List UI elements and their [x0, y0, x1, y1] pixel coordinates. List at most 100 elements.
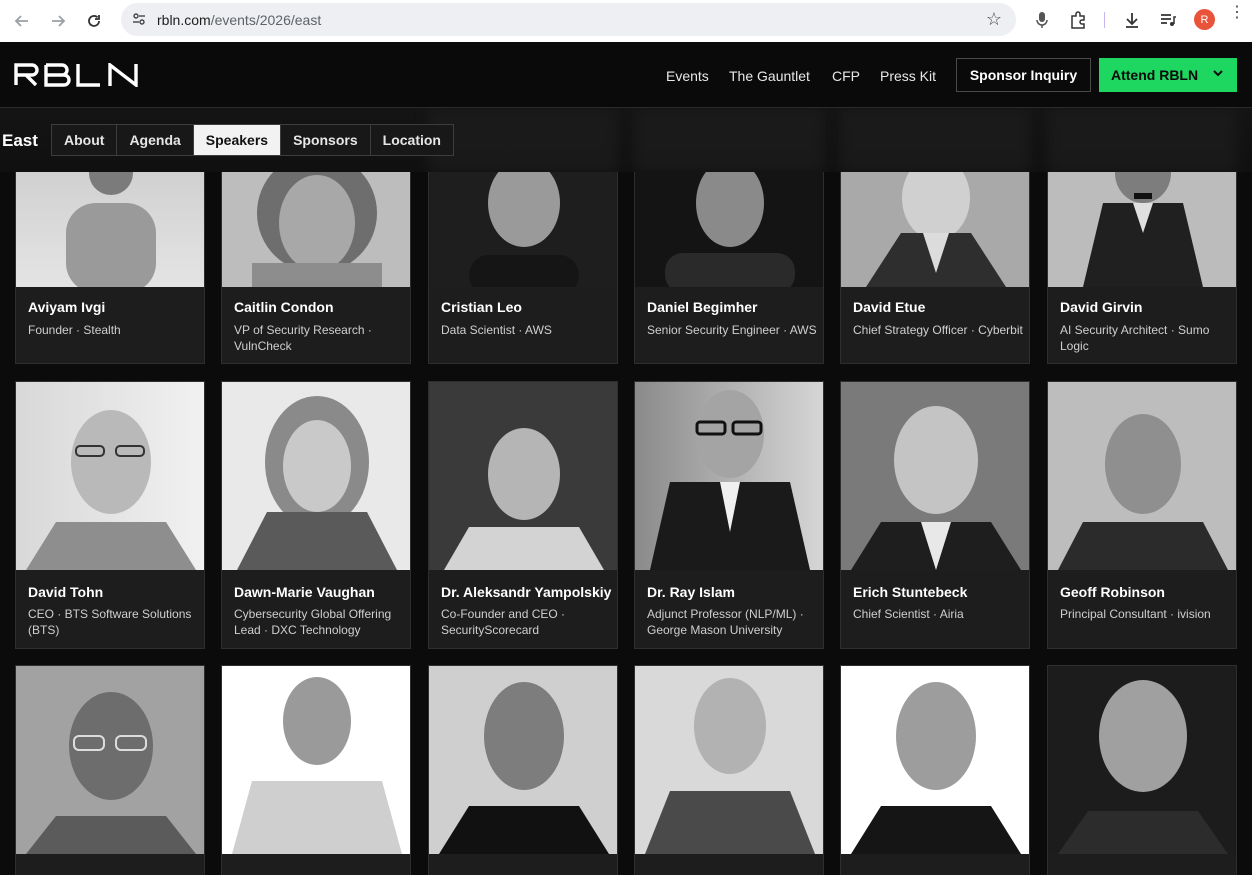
tab-sponsors[interactable]: Sponsors [281, 125, 371, 155]
speaker-role: AI Security Architect · Sumo Logic [1060, 323, 1210, 353]
speaker-role: CEO · BTS Software Solutions (BTS) [28, 607, 192, 637]
speaker-photo [16, 172, 204, 287]
back-icon[interactable] [10, 9, 34, 33]
forward-icon[interactable] [46, 9, 70, 33]
tab-agenda[interactable]: Agenda [117, 125, 194, 155]
extensions-icon[interactable] [1067, 9, 1089, 31]
speaker-name: David Etue [853, 299, 926, 315]
speaker-role: Founder · Stealth [28, 323, 121, 337]
event-subnav: East About Agenda Speakers Sponsors Loca… [0, 108, 1252, 172]
url-path: /events/2026/east [210, 12, 322, 28]
speaker-role: Co-Founder and CEO · SecurityScorecard [441, 607, 566, 637]
url-host: rbln.com [157, 12, 211, 28]
rbln-logo[interactable] [14, 63, 142, 87]
speaker-name: Daniel Begimher [647, 299, 758, 315]
site-header: Events The Gauntlet CFP Press Kit Sponso… [0, 42, 1252, 108]
speaker-name: Erich Stuntebeck [853, 584, 968, 600]
event-label: East [2, 131, 38, 150]
speaker-photo [429, 382, 617, 570]
speaker-card[interactable] [1047, 665, 1237, 875]
speaker-role: Chief Strategy Officer · Cyberbit [853, 323, 1023, 337]
site-settings-icon[interactable] [131, 11, 147, 32]
tab-speakers[interactable]: Speakers [193, 125, 282, 155]
speaker-card[interactable]: Aviyam Ivgi Founder · Stealth [15, 172, 205, 364]
speaker-card[interactable] [221, 665, 411, 875]
speaker-card[interactable]: Dr. Ray Islam Adjunct Professor (NLP/ML)… [634, 381, 824, 649]
speaker-photo [635, 172, 823, 287]
tab-location[interactable]: Location [371, 125, 453, 155]
speaker-photo [1048, 382, 1236, 570]
speaker-photo [222, 666, 410, 854]
speaker-photo [1048, 172, 1236, 287]
speaker-role: Principal Consultant · ivision [1060, 607, 1211, 621]
speaker-photo [222, 382, 410, 570]
event-tabs: About Agenda Speakers Sponsors Location [51, 124, 454, 156]
speaker-role: Adjunct Professor (NLP/ML) · George Maso… [647, 607, 804, 637]
speaker-photo [635, 666, 823, 854]
speaker-photo [16, 382, 204, 570]
blurred-photo-backdrop [1047, 108, 1237, 172]
toolbar-divider [1104, 12, 1105, 28]
blurred-photo-backdrop [634, 108, 824, 172]
speaker-role: VP of Security Research · VulnCheck [234, 323, 372, 353]
speaker-card[interactable]: Cristian Leo Data Scientist · AWS [428, 172, 618, 364]
speaker-photo [841, 666, 1029, 854]
address-bar[interactable]: rbln.com/events/2026/east ☆ [121, 3, 1016, 36]
speaker-card[interactable]: David Etue Chief Strategy Officer · Cybe… [840, 172, 1030, 364]
url-text: rbln.com/events/2026/east [157, 12, 321, 28]
speaker-card[interactable]: Caitlin Condon VP of Security Research ·… [221, 172, 411, 364]
blurred-photo-backdrop [428, 108, 618, 172]
speaker-photo [16, 666, 204, 854]
profile-avatar[interactable]: R [1194, 9, 1215, 30]
speaker-name: Caitlin Condon [234, 299, 334, 315]
speaker-card[interactable]: David Girvin AI Security Architect · Sum… [1047, 172, 1237, 364]
attend-button-label: Attend RBLN [1111, 67, 1199, 83]
speaker-photo [841, 382, 1029, 570]
speaker-card[interactable] [840, 665, 1030, 875]
blurred-photo-backdrop [840, 108, 1030, 172]
speaker-card[interactable] [428, 665, 618, 875]
downloads-icon[interactable] [1121, 9, 1143, 31]
bookmark-star-icon[interactable]: ☆ [986, 9, 1002, 30]
nav-events[interactable]: Events [666, 68, 709, 84]
microphone-icon[interactable] [1031, 9, 1053, 31]
speaker-name: Cristian Leo [441, 299, 522, 315]
chevron-down-icon [1211, 66, 1225, 83]
tab-about[interactable]: About [52, 125, 118, 155]
speaker-name: David Tohn [28, 584, 104, 600]
speaker-card[interactable]: Dr. Aleksandr Yampolskiy Co-Founder and … [428, 381, 618, 649]
speaker-photo [635, 382, 823, 570]
speaker-card[interactable] [634, 665, 824, 875]
speaker-photo [429, 172, 617, 287]
speaker-name: Dawn-Marie Vaughan [234, 584, 375, 600]
speaker-photo [222, 172, 410, 287]
sponsor-inquiry-button[interactable]: Sponsor Inquiry [956, 58, 1091, 92]
speaker-role: Cybersecurity Global Offering Lead · DXC… [234, 607, 392, 637]
speaker-name: Dr. Aleksandr Yampolskiy [441, 584, 612, 600]
speaker-card[interactable] [15, 665, 205, 875]
speaker-photo [841, 172, 1029, 287]
speaker-card[interactable]: Erich Stuntebeck Chief Scientist · Airia [840, 381, 1030, 649]
speaker-card[interactable]: David Tohn CEO · BTS Software Solutions … [15, 381, 205, 649]
browser-menu-icon[interactable]: ⋮ [1229, 5, 1245, 21]
attend-button[interactable]: Attend RBLN [1099, 58, 1237, 92]
speaker-grid: Aviyam Ivgi Founder · Stealth Caitlin Co… [0, 172, 1252, 875]
speaker-card[interactable]: Daniel Begimher Senior Security Engineer… [634, 172, 824, 364]
speaker-name: Geoff Robinson [1060, 584, 1165, 600]
speaker-name: Aviyam Ivgi [28, 299, 106, 315]
nav-the-gauntlet[interactable]: The Gauntlet [729, 68, 810, 84]
speaker-photo [1048, 666, 1236, 854]
speaker-role: Data Scientist · AWS [441, 323, 552, 337]
speaker-card[interactable]: Geoff Robinson Principal Consultant · iv… [1047, 381, 1237, 649]
speaker-role: Senior Security Engineer · AWS [647, 323, 817, 337]
speaker-photo [429, 666, 617, 854]
browser-toolbar: rbln.com/events/2026/east ☆ R ⋮ [0, 0, 1252, 42]
reload-icon[interactable] [82, 9, 106, 33]
media-queue-icon[interactable] [1157, 9, 1179, 31]
speaker-name: David Girvin [1060, 299, 1143, 315]
nav-press-kit[interactable]: Press Kit [880, 68, 936, 84]
speaker-card[interactable]: Dawn-Marie Vaughan Cybersecurity Global … [221, 381, 411, 649]
speaker-role: Chief Scientist · Airia [853, 607, 964, 621]
speaker-name: Dr. Ray Islam [647, 584, 735, 600]
nav-cfp[interactable]: CFP [832, 68, 860, 84]
